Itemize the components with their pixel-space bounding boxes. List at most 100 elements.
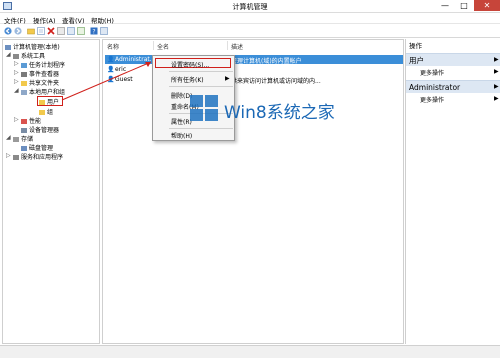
folder-icon — [39, 100, 45, 105]
status-bar — [0, 345, 500, 358]
tree-item-shared-folders[interactable]: 共享文件夹 — [21, 78, 59, 87]
table-row[interactable]: 👤 Administrat... 管理计算机(域)的内置帐户 — [105, 55, 403, 65]
tree-item-device-manager[interactable]: 设备管理器 — [21, 125, 59, 134]
close-button[interactable]: ✕ — [474, 0, 500, 11]
title-bar: 计算机管理 — □ ✕ — [0, 0, 500, 13]
column-header-description[interactable]: 描述 — [231, 42, 243, 51]
collapse-section-icon[interactable]: ▶ — [494, 83, 499, 90]
tree-label: 组 — [47, 109, 54, 116]
column-header-name[interactable]: 名称 — [107, 42, 119, 51]
cell-name: eric — [115, 66, 127, 73]
back-arrow-icon[interactable] — [4, 27, 12, 35]
more-actions-link[interactable]: 更多操作 — [420, 95, 444, 104]
tree-item-event-viewer[interactable]: 事件查看器 — [21, 69, 59, 78]
column-divider[interactable] — [153, 41, 154, 50]
tree-item-performance[interactable]: 性能 — [21, 116, 41, 125]
expand-arrow-icon[interactable]: ▷ — [6, 152, 11, 159]
user-icon: 👤 — [107, 76, 115, 83]
actions-section-users[interactable]: 用户 — [406, 53, 500, 66]
tree-item-services-apps[interactable]: 服务和应用程序 — [13, 152, 63, 161]
more-actions-link[interactable]: 更多操作 — [420, 68, 444, 77]
maximize-button[interactable]: □ — [455, 0, 473, 11]
help-icon[interactable]: ? — [90, 27, 98, 35]
disk-icon — [21, 146, 27, 151]
tree-item-computer-management[interactable]: 计算机管理(本地) — [5, 42, 60, 51]
expand-arrow-icon[interactable]: ▷ — [14, 78, 19, 85]
tree-item-disk-management[interactable]: 磁盘管理 — [21, 143, 53, 152]
device-manager-icon — [21, 128, 27, 133]
refresh-icon[interactable] — [67, 27, 75, 35]
watermark-text: Win8系统之家 — [224, 103, 335, 123]
tree-label: 本地用户和组 — [29, 89, 66, 96]
expand-arrow-icon[interactable]: ▷ — [14, 60, 19, 67]
tree-item-task-scheduler[interactable]: 任务计划程序 — [21, 60, 65, 69]
actions-header: 操作 — [409, 42, 422, 50]
watermark: Win8系统之家 — [188, 93, 358, 125]
forward-arrow-icon[interactable] — [14, 27, 22, 35]
column-divider[interactable] — [227, 41, 228, 50]
windows-logo-icon — [190, 95, 220, 123]
toolbar: ? — [0, 24, 500, 38]
submenu-arrow-icon[interactable]: ▶ — [494, 95, 499, 102]
cell-name: Administrat... — [115, 56, 156, 63]
tree-item-users[interactable]: 用户 — [37, 96, 63, 106]
computer-icon — [5, 45, 11, 50]
tree-label: 用户 — [47, 99, 60, 106]
cell-description: 供来宾访问计算机或访问域的内... — [231, 78, 321, 85]
folder-icon — [39, 110, 45, 115]
user-icon: 👤 — [107, 56, 115, 63]
navigation-tree: 计算机管理(本地) ◢ 系统工具 ▷ 任务计划程序 ▷ 事件查看器 ▷ 共享文件… — [2, 39, 100, 344]
actions-section-administrator[interactable]: Administrator — [406, 80, 500, 93]
collapse-section-icon[interactable]: ▶ — [494, 56, 499, 63]
performance-icon — [21, 119, 27, 124]
menu-item-set-password[interactable]: 设置密码(S)... — [171, 60, 209, 69]
tree-label: 磁盘管理 — [29, 145, 54, 152]
tree-label: 任务计划程序 — [29, 62, 66, 69]
submenu-arrow-icon[interactable]: ▶ — [494, 68, 499, 75]
menu-bar: 文件(F) 操作(A) 查看(V) 帮助(H) — [0, 13, 500, 25]
svg-text:?: ? — [92, 28, 95, 35]
properties-icon[interactable] — [57, 27, 65, 35]
tree-label: 设备管理器 — [29, 127, 60, 134]
actions-pane: 操作 用户 ▶ 更多操作 ▶ Administrator ▶ 更多操作 ▶ — [405, 39, 500, 344]
cell-description: 管理计算机(域)的内置帐户 — [231, 58, 302, 65]
collapse-arrow-icon[interactable]: ◢ — [6, 51, 11, 58]
expand-arrow-icon[interactable]: ▷ — [14, 69, 19, 76]
window-title: 计算机管理 — [232, 3, 268, 11]
submenu-arrow-icon: ▶ — [225, 75, 230, 82]
tree-item-storage[interactable]: 存储 — [13, 134, 33, 143]
column-header-fullname[interactable]: 全名 — [157, 42, 169, 51]
table-row[interactable]: 👤 eric — [105, 65, 403, 74]
folder-icon[interactable] — [27, 27, 35, 35]
tree-item-local-users-groups[interactable]: 本地用户和组 — [21, 87, 65, 96]
tree-item-system-tools[interactable]: 系统工具 — [13, 51, 45, 60]
clock-icon — [21, 63, 27, 68]
minimize-button[interactable]: — — [436, 0, 454, 11]
tree-label: 服务和应用程序 — [21, 154, 64, 161]
menu-separator — [169, 128, 233, 129]
collapse-arrow-icon[interactable]: ◢ — [6, 134, 11, 141]
menu-item-help[interactable]: 帮助(H) — [171, 131, 192, 140]
menu-separator — [169, 86, 233, 87]
table-row[interactable]: 👤 Guest 供来宾访问计算机或访问域的内... — [105, 75, 403, 85]
tree-label: 事件查看器 — [29, 71, 60, 78]
tree-item-groups[interactable]: 组 — [39, 107, 53, 116]
delete-icon[interactable] — [47, 27, 55, 35]
export-icon[interactable] — [77, 27, 85, 35]
user-icon: 👤 — [107, 66, 115, 73]
event-viewer-icon — [21, 72, 27, 77]
list-icon[interactable] — [37, 27, 45, 35]
shared-folder-icon — [21, 81, 27, 86]
cell-name: Guest — [115, 76, 133, 83]
mmc-icon[interactable] — [100, 27, 108, 35]
tree-label: 共享文件夹 — [29, 80, 60, 87]
tree-label: 存储 — [21, 136, 34, 143]
services-icon — [13, 155, 19, 160]
tree-label: 性能 — [29, 118, 42, 125]
collapse-arrow-icon[interactable]: ◢ — [14, 87, 19, 94]
storage-icon — [13, 137, 19, 142]
menu-separator — [169, 71, 233, 72]
expand-arrow-icon[interactable]: ▷ — [14, 116, 19, 123]
menu-item-all-tasks[interactable]: 所有任务(K) — [171, 75, 204, 84]
users-group-icon — [21, 90, 27, 95]
